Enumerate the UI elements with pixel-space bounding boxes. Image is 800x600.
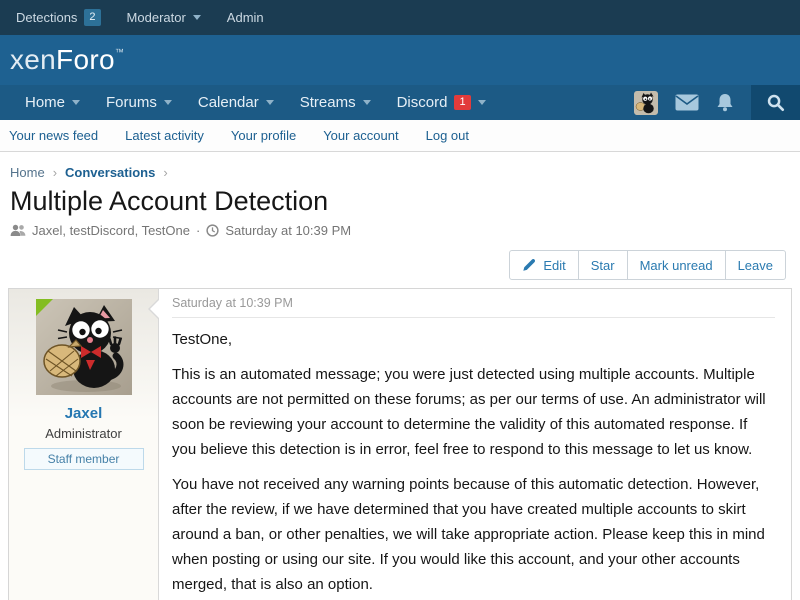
message-paragraph: This is an automated message; you were j… [172,362,775,462]
chevron-down-icon [164,100,172,105]
message-greeting: TestOne, [172,327,775,352]
chevron-down-icon [72,100,80,105]
nav-item-home[interactable]: Home [12,85,93,120]
message-panel: Jaxel Administrator Staff member Saturda… [8,288,792,600]
chevron-down-icon [478,100,486,105]
staff-member-banner: Staff member [24,448,144,470]
online-indicator [36,299,53,316]
user-avatar[interactable] [36,299,132,395]
search-button[interactable] [751,85,800,120]
admin-detections-label: Detections [16,10,77,25]
mark-unread-button-label: Mark unread [640,258,713,273]
mark-unread-button[interactable]: Mark unread [628,250,726,280]
message-paragraph: You have not received any warning points… [172,472,775,597]
admin-moderator-label: Moderator [127,10,186,25]
nav-label-streams: Streams [300,94,356,111]
subnav-log-out[interactable]: Log out [426,128,469,143]
nav-label-home: Home [25,94,65,111]
chevron-down-icon [193,15,201,20]
admin-toolbar: Detections 2 Moderator Admin [0,0,800,35]
star-button[interactable]: Star [579,250,628,280]
subnav-latest-activity[interactable]: Latest activity [125,128,204,143]
subnav-your-profile[interactable]: Your profile [231,128,296,143]
nav-item-streams[interactable]: Streams [287,85,384,120]
thread-meta: Jaxel, testDiscord, TestOne · Saturday a… [10,223,790,238]
main-navigation: Home Forums Calendar Streams Discord 1 [0,85,800,120]
breadcrumb-home[interactable]: Home [10,165,45,180]
discord-alert-badge: 1 [454,95,470,110]
trademark-mark: ™ [115,47,124,57]
nav-label-discord: Discord [397,94,448,111]
subnav-news-feed[interactable]: Your news feed [9,128,98,143]
star-button-label: Star [591,258,615,273]
message-body: TestOne, This is an automated message; y… [172,327,775,597]
breadcrumb-conversations[interactable]: Conversations [65,165,155,180]
edit-button[interactable]: Edit [509,250,578,280]
leave-button[interactable]: Leave [726,250,786,280]
admin-moderator-menu[interactable]: Moderator [127,10,201,25]
search-icon [766,93,785,112]
edit-button-label: Edit [543,258,565,273]
xenforo-logo[interactable]: xenForo™ [10,44,124,76]
logo-prefix: xen [10,44,56,75]
breadcrumb: Home › Conversations › [10,165,790,180]
clock-icon [206,224,219,237]
nav-label-forums: Forums [106,94,157,111]
nav-label-calendar: Calendar [198,94,259,111]
page-title: Multiple Account Detection [10,186,790,217]
participants-list: Jaxel, testDiscord, TestOne [32,223,190,238]
nav-item-discord[interactable]: Discord 1 [384,85,499,120]
chevron-down-icon [363,100,371,105]
author-title: Administrator [45,426,122,441]
inbox-envelope-icon[interactable] [675,94,699,111]
logo-suffix: Foro [56,44,115,75]
pencil-icon [522,258,536,272]
nav-account-area [634,85,800,120]
nav-item-calendar[interactable]: Calendar [185,85,287,120]
message-arrow-fill [150,299,160,319]
message-user-cell: Jaxel Administrator Staff member [9,289,159,600]
account-avatar[interactable] [634,91,658,115]
detections-count-badge: 2 [84,9,100,26]
meta-dot: · [196,223,200,238]
site-header: xenForo™ [0,35,800,85]
admin-detections-link[interactable]: Detections 2 [16,9,101,26]
admin-admin-label: Admin [227,10,264,25]
breadcrumb-separator: › [163,165,167,180]
message-content-area: Saturday at 10:39 PM TestOne, This is an… [159,289,791,600]
avatar-image [634,91,658,115]
thread-timestamp: Saturday at 10:39 PM [225,223,351,238]
alerts-bell-icon[interactable] [716,93,734,112]
nav-item-forums[interactable]: Forums [93,85,185,120]
breadcrumb-separator: › [53,165,57,180]
chevron-down-icon [266,100,274,105]
subnav-your-account[interactable]: Your account [323,128,398,143]
account-subnav: Your news feed Latest activity Your prof… [0,120,800,152]
message-timestamp: Saturday at 10:39 PM [172,296,775,318]
leave-button-label: Leave [738,258,773,273]
author-username[interactable]: Jaxel [65,405,103,422]
thread-actions: Edit Star Mark unread Leave [14,250,786,280]
admin-admin-link[interactable]: Admin [227,10,264,25]
participants-icon [10,224,26,237]
